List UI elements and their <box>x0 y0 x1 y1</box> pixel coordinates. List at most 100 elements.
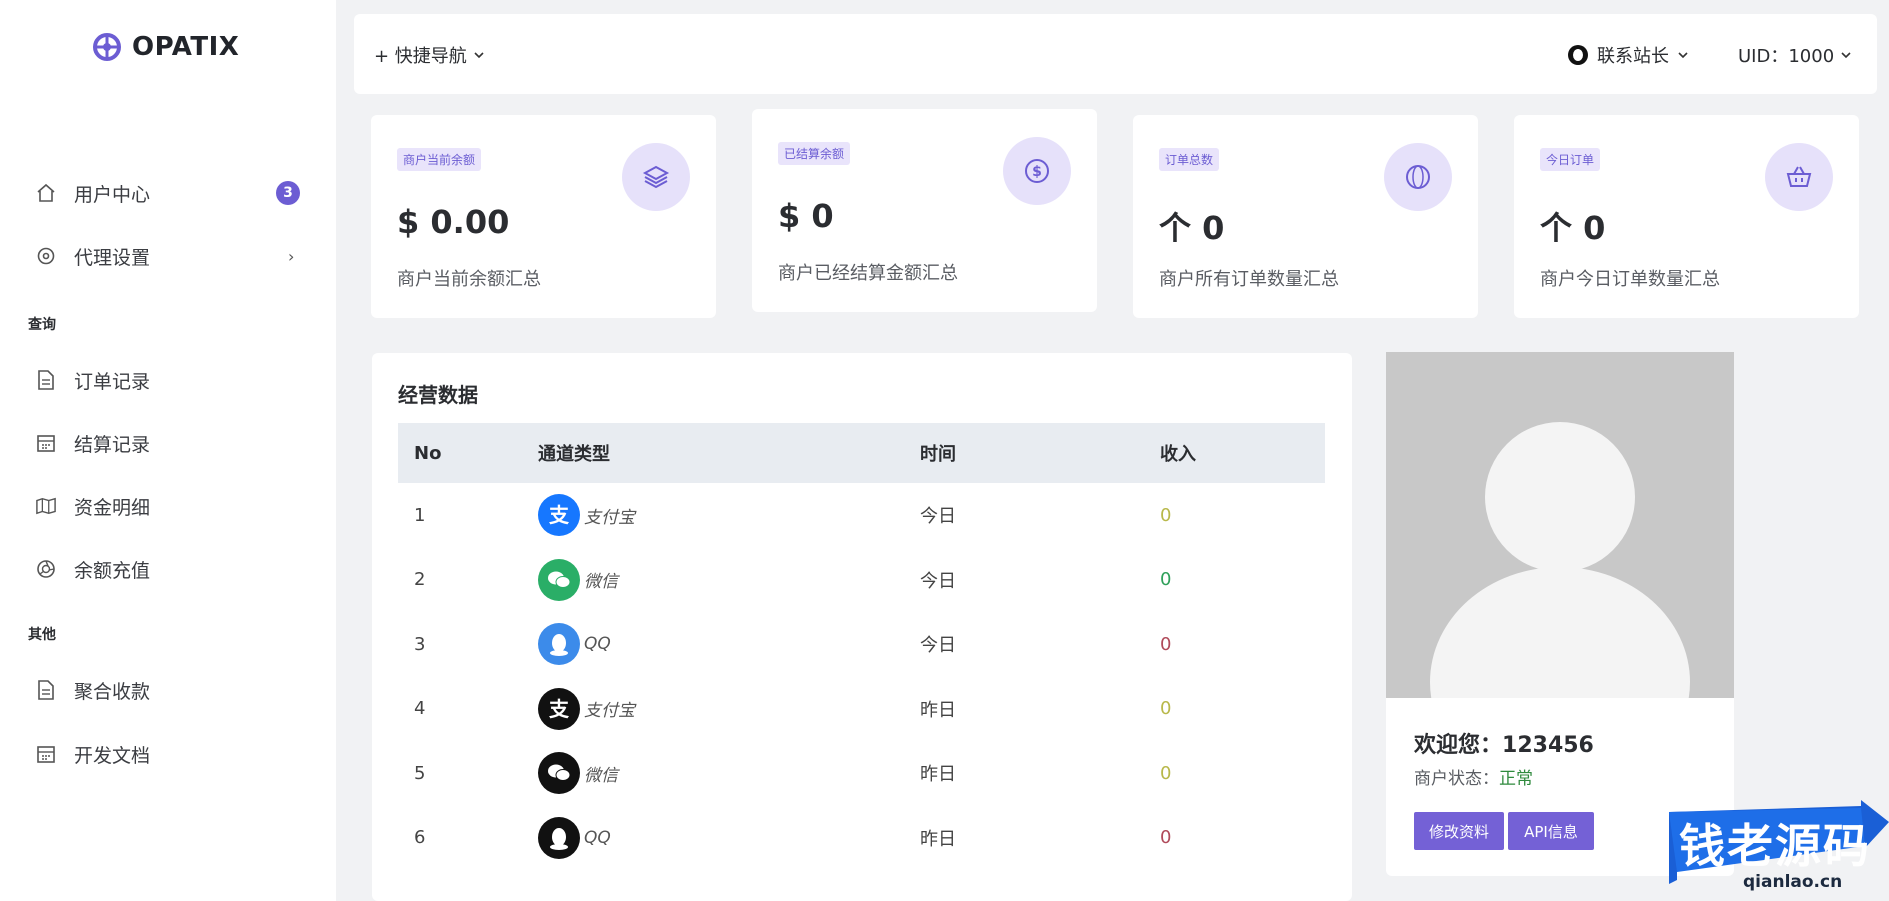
channel-name: QQ <box>584 634 611 655</box>
channel-name: 微信 <box>584 572 618 593</box>
sidebar-item-label: 订单记录 <box>74 370 151 393</box>
channel-name: QQ <box>584 827 611 848</box>
section-query-heading: 查询 <box>28 317 56 333</box>
status-value: 正常 <box>1499 769 1533 789</box>
row-no: 2 <box>414 569 426 591</box>
qq-icon <box>538 816 580 859</box>
row-income: 0 <box>1160 762 1172 784</box>
dollar-circle-icon: $ <box>1003 137 1071 205</box>
sidebar-item-label: 开发文档 <box>74 744 151 767</box>
stat-desc: 商户当前余额汇总 <box>397 269 541 290</box>
business-data-title: 经营数据 <box>398 383 478 407</box>
alipay-icon: 支 <box>538 687 580 730</box>
table-header: No 通道类型 时间 收入 <box>398 423 1325 483</box>
section-other-heading: 其他 <box>28 627 56 643</box>
map-icon <box>36 496 56 516</box>
chevron-right-icon: › <box>288 246 295 266</box>
stat-card-today-orders: 今日订单 个 0 商户今日订单数量汇总 <box>1514 115 1859 318</box>
stat-value: $ 0 <box>778 197 834 235</box>
status-label: 商户状态： <box>1414 769 1499 789</box>
alipay-icon: 支 <box>538 494 580 537</box>
header-income: 收入 <box>1160 444 1196 465</box>
wechat-icon <box>538 558 580 601</box>
uid-dropdown[interactable]: UID：1000 <box>1738 42 1852 68</box>
calendar-icon <box>36 744 56 764</box>
row-time: 今日 <box>920 635 956 657</box>
row-time: 昨日 <box>920 764 956 786</box>
channel-name: 支付宝 <box>584 507 635 528</box>
quick-nav-label: + 快捷导航 <box>374 46 467 67</box>
edit-profile-button[interactable]: 修改资料 <box>1414 812 1504 850</box>
chevron-down-icon <box>1841 52 1851 59</box>
sidebar-item-label: 资金明细 <box>74 496 151 519</box>
sidebar-item-label: 用户中心 <box>74 183 151 206</box>
api-info-button[interactable]: API信息 <box>1508 812 1594 850</box>
watermark: 钱老源码 qianlao.cn <box>1665 800 1889 901</box>
stat-desc: 商户今日订单数量汇总 <box>1540 269 1720 290</box>
sidebar-item-agent-settings[interactable]: 代理设置 › <box>0 234 336 278</box>
table-row: 4 支 支付宝 昨日 0 <box>398 677 1325 742</box>
stat-tag: 订单总数 <box>1159 148 1220 171</box>
sidebar-item-label: 余额充值 <box>74 559 151 582</box>
sidebar-item-label: 结算记录 <box>74 433 151 456</box>
sidebar-item-dev-docs[interactable]: 开发文档 <box>0 732 336 776</box>
sidebar-item-label: 代理设置 <box>74 246 151 269</box>
calendar-icon <box>36 433 56 453</box>
header-time: 时间 <box>920 444 956 465</box>
stat-card-settled-balance: 已结算余额 $ $ 0 商户已经结算金额汇总 <box>752 109 1097 312</box>
header-channel: 通道类型 <box>538 444 610 465</box>
contact-admin-dropdown[interactable]: 联系站长 <box>1567 42 1689 68</box>
aperture-icon <box>36 559 56 579</box>
merchant-status: 商户状态：正常 <box>1414 764 1533 789</box>
logo[interactable]: OPATIX <box>92 32 239 62</box>
sidebar: OPATIX 用户中心 3 代理设置 › 查询 订单记录 结算记录 资金明细 余… <box>0 0 336 901</box>
document-icon <box>36 680 56 700</box>
welcome-label: 欢迎您： <box>1414 733 1503 758</box>
watermark-url: qianlao.cn <box>1743 872 1843 892</box>
topbar: + 快捷导航 联系站长 UID：1000 <box>354 14 1877 94</box>
basket-icon <box>1765 143 1833 211</box>
sidebar-item-settlement-records[interactable]: 结算记录 <box>0 421 336 465</box>
sidebar-item-user-center[interactable]: 用户中心 3 <box>0 171 336 215</box>
table-row: 6 QQ 昨日 0 <box>398 806 1325 871</box>
username: 123456 <box>1502 733 1594 758</box>
watermark-text: 钱老源码 <box>1679 819 1871 873</box>
globe-icon <box>1384 143 1452 211</box>
sidebar-item-aggregate-payment[interactable]: 聚合收款 <box>0 668 336 712</box>
sidebar-item-label: 聚合收款 <box>74 680 151 703</box>
sidebar-item-order-records[interactable]: 订单记录 <box>0 358 336 402</box>
stat-card-current-balance: 商户当前余额 $ 0.00 商户当前余额汇总 <box>371 115 716 318</box>
stat-value: 个 0 <box>1159 209 1225 247</box>
layers-icon <box>622 143 690 211</box>
row-time: 昨日 <box>920 699 956 721</box>
business-data-panel: 经营数据 No 通道类型 时间 收入 1 支 支付宝 今日 0 2 微信 今日 … <box>372 353 1352 901</box>
channel-name: 支付宝 <box>584 701 635 722</box>
business-data-table: No 通道类型 时间 收入 1 支 支付宝 今日 0 2 微信 今日 0 3 Q… <box>398 423 1325 870</box>
row-income: 0 <box>1160 569 1172 591</box>
svg-text:支: 支 <box>549 503 570 527</box>
qq-icon <box>538 623 580 666</box>
stat-tag: 商户当前余额 <box>397 148 482 171</box>
notification-badge: 3 <box>276 181 300 205</box>
row-no: 3 <box>414 633 426 655</box>
document-icon <box>36 370 56 390</box>
sidebar-item-fund-details[interactable]: 资金明细 <box>0 484 336 528</box>
row-income: 0 <box>1160 827 1172 849</box>
qq-icon <box>1568 45 1588 65</box>
settings-icon <box>36 246 56 266</box>
row-no: 6 <box>414 827 426 849</box>
table-row: 5 微信 昨日 0 <box>398 741 1325 806</box>
stat-desc: 商户所有订单数量汇总 <box>1159 269 1339 290</box>
avatar <box>1386 352 1734 698</box>
sidebar-item-balance-recharge[interactable]: 余额充值 <box>0 547 336 591</box>
profile-card: 欢迎您：123456 商户状态：正常 修改资料 API信息 <box>1386 352 1734 876</box>
row-time: 今日 <box>920 570 956 592</box>
row-no: 1 <box>414 504 426 526</box>
logo-icon <box>93 33 121 61</box>
chevron-down-icon <box>474 52 484 59</box>
row-income: 0 <box>1160 698 1172 720</box>
brand-name: OPATIX <box>132 32 240 62</box>
quick-nav-dropdown[interactable]: + 快捷导航 <box>374 42 485 68</box>
uid-label: UID：1000 <box>1738 46 1835 67</box>
table-row: 1 支 支付宝 今日 0 <box>398 483 1325 548</box>
